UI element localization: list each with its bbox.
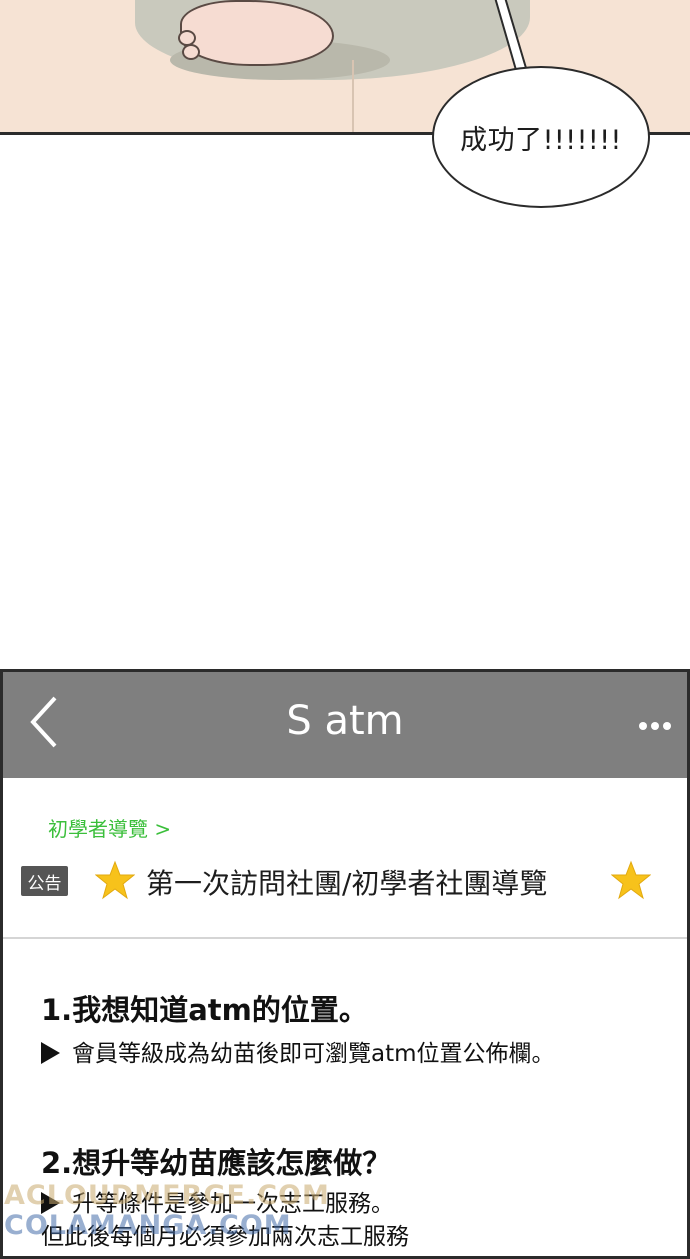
faq-question: 1.我想知道atm的位置。 bbox=[41, 993, 368, 1027]
more-dots-icon[interactable] bbox=[639, 716, 679, 736]
speech-bubble: 成功了!!!!!!! bbox=[432, 66, 650, 208]
star-icon bbox=[611, 860, 651, 900]
app-header: S atm bbox=[3, 672, 687, 778]
divider bbox=[3, 937, 687, 939]
toe bbox=[182, 44, 200, 60]
floor-line bbox=[352, 60, 354, 132]
speech-text: 成功了!!!!!!! bbox=[460, 124, 622, 156]
speech-bubble-tail bbox=[494, 0, 527, 71]
watermark: ACLOUDMERGE.COM bbox=[4, 1180, 330, 1211]
notice-title: 第一次訪問社團/初學者社團導覽 bbox=[146, 867, 548, 900]
star-icon bbox=[95, 860, 135, 900]
watermark: COLAMANGA.COM bbox=[4, 1210, 292, 1241]
faq-answer-text: 會員等級成為幼苗後即可瀏覽atm位置公佈欄。 bbox=[72, 1041, 555, 1067]
faq-question: 2.想升等幼苗應該怎麼做？ bbox=[41, 1146, 392, 1180]
notice-badge: 公告 bbox=[21, 866, 68, 896]
notice-row[interactable]: 公告 第一次訪問社團/初學者社團導覽 bbox=[21, 858, 681, 902]
breadcrumb-link[interactable]: 初學者導覽 > bbox=[48, 813, 171, 842]
arrow-right-icon bbox=[41, 1042, 60, 1064]
app-title: S atm bbox=[286, 698, 404, 744]
phone-screen: S atm 初學者導覽 > 公告 第一次訪問社團/初學者社團導覽 1.我想知道a… bbox=[0, 669, 690, 1259]
faq-answer: 會員等級成為幼苗後即可瀏覽atm位置公佈欄。 bbox=[41, 1034, 555, 1068]
